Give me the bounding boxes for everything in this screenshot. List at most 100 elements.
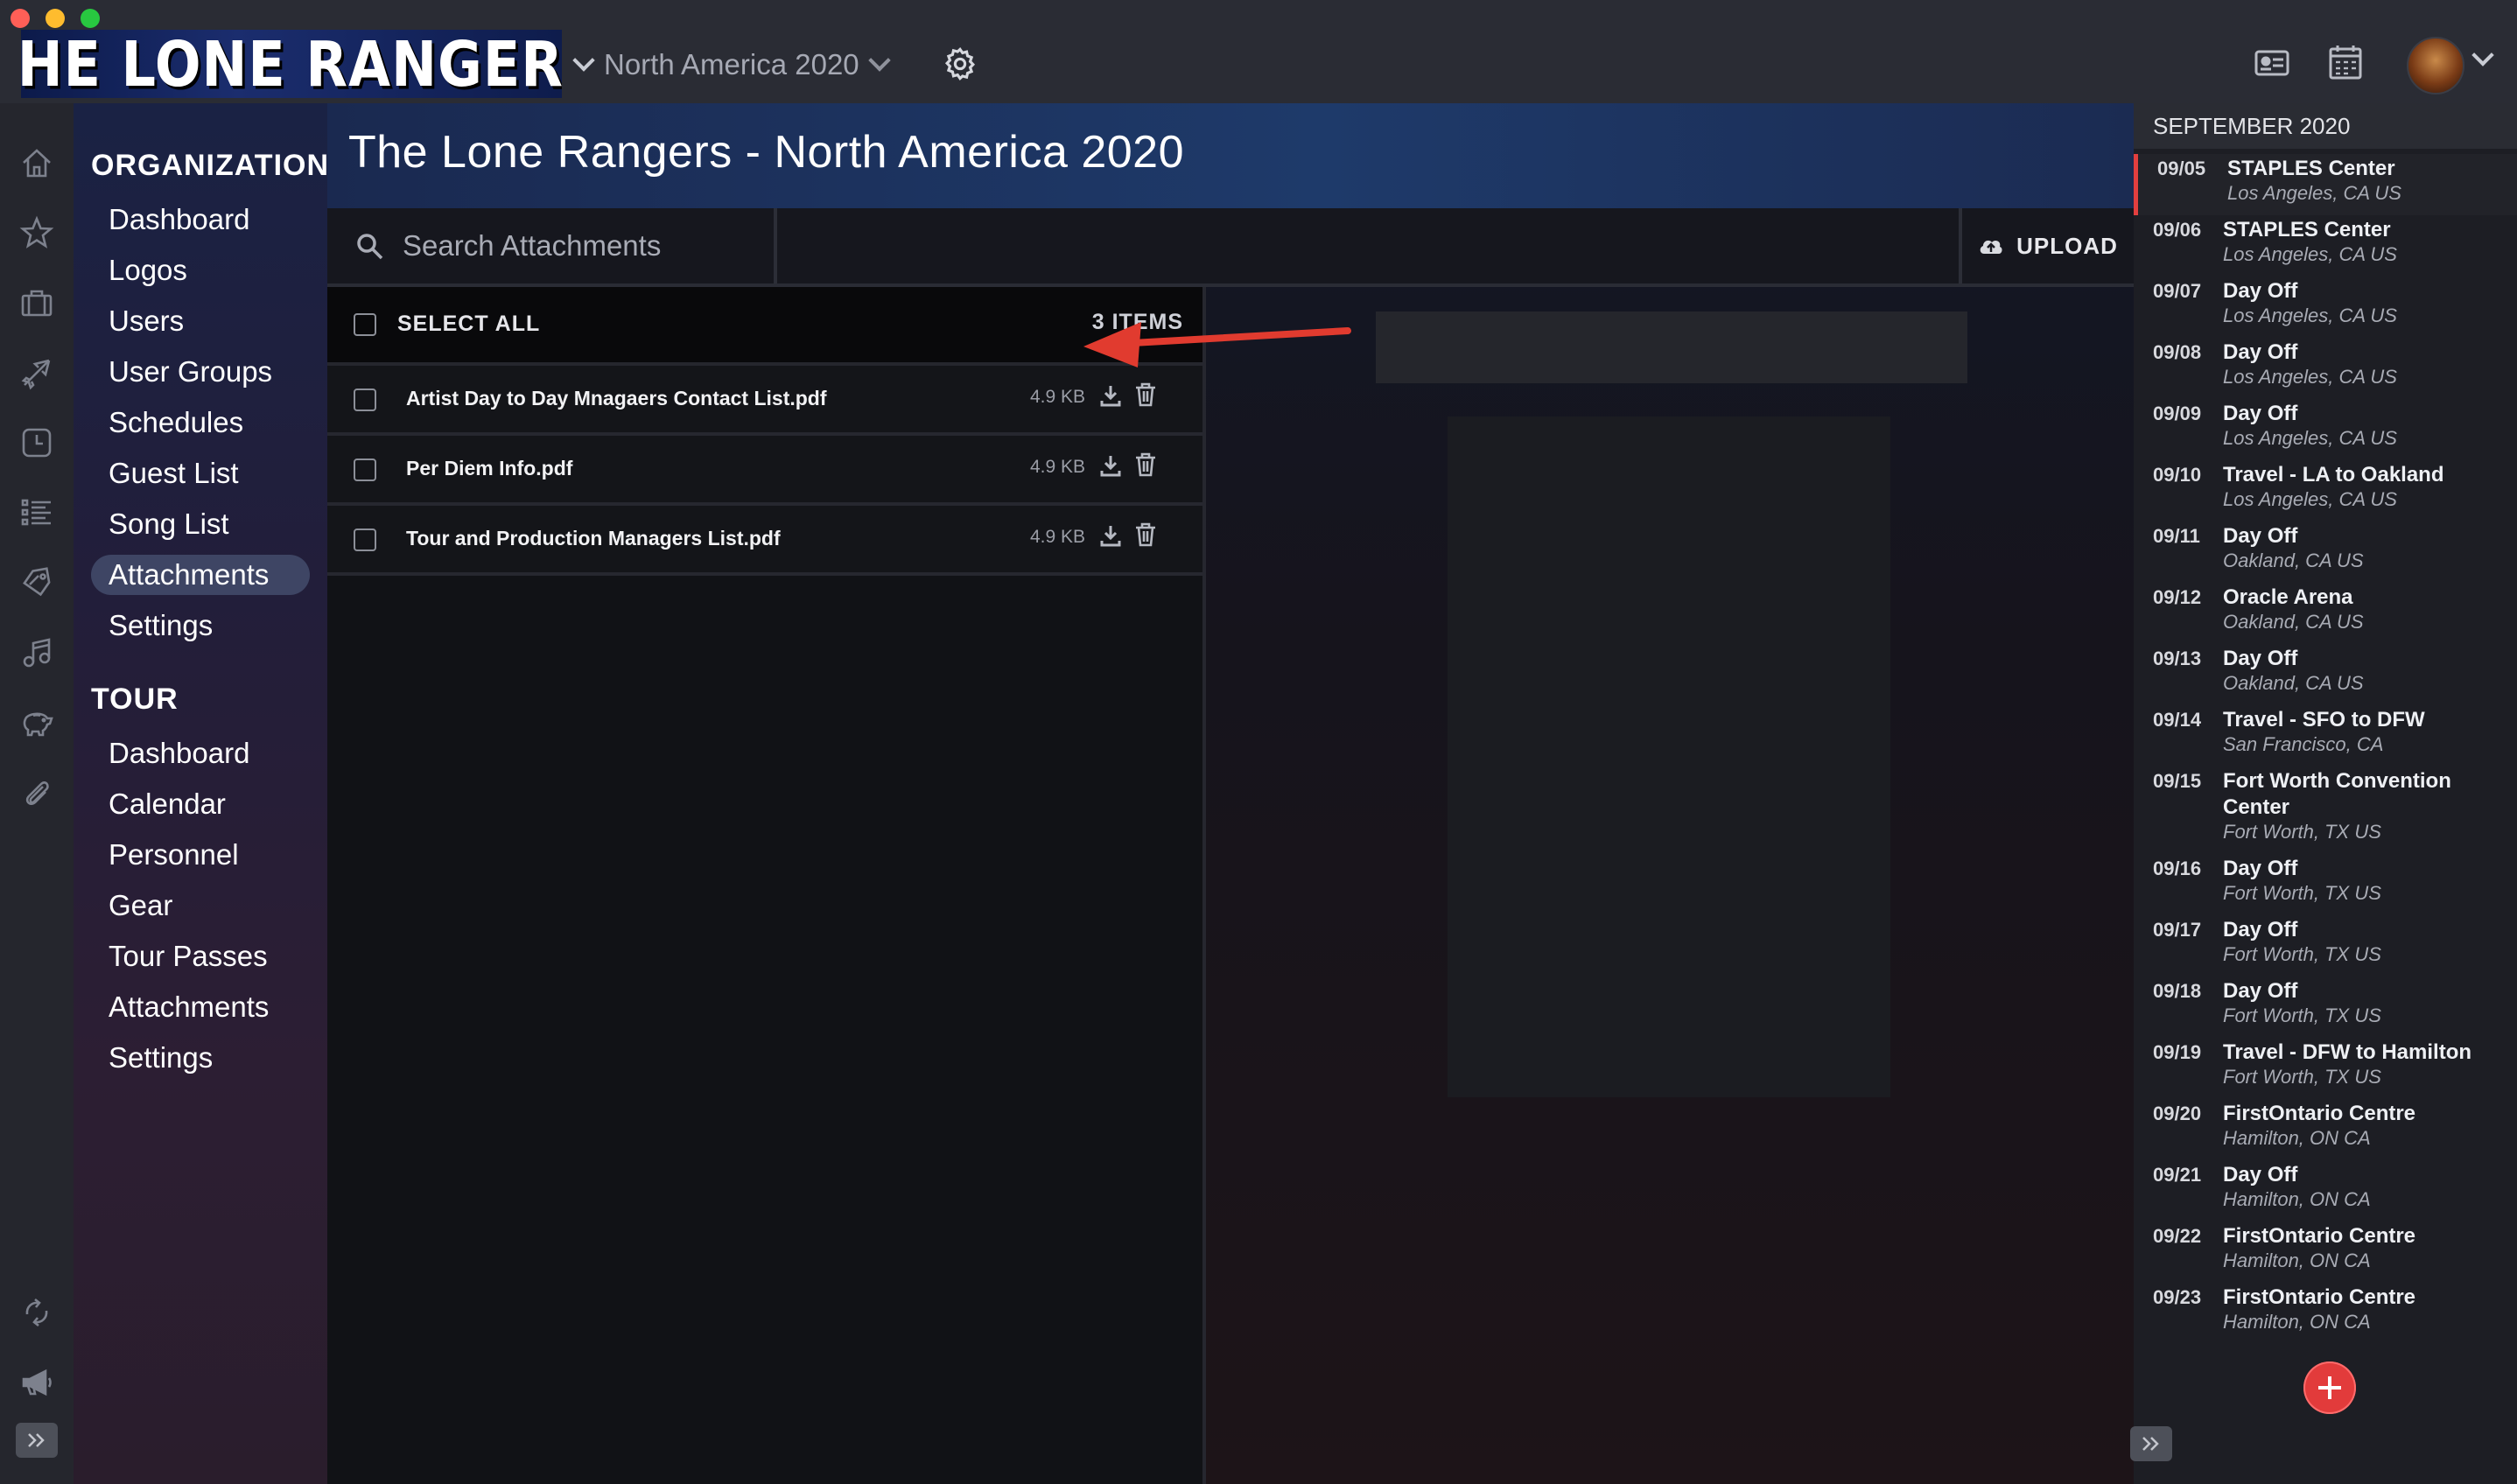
tour-nav-calendar[interactable]: Calendar bbox=[91, 784, 310, 824]
schedule-item[interactable]: 09/13 Day Off Oakland, CA US bbox=[2134, 644, 2517, 705]
org-nav-users[interactable]: Users bbox=[91, 301, 310, 341]
schedule-item[interactable]: 09/20 FirstOntario Centre Hamilton, ON CA bbox=[2134, 1099, 2517, 1160]
schedule-venue: Fort Worth Convention Center bbox=[2223, 769, 2451, 819]
schedule-item[interactable]: 09/14 Travel - SFO to DFW San Francisco, C… bbox=[2134, 705, 2517, 766]
expand-schedule-button[interactable] bbox=[2130, 1426, 2172, 1461]
schedule-item[interactable]: 09/07 Day Off Los Angeles, CA US bbox=[2134, 276, 2517, 338]
attachments-toolbar: UPLOAD bbox=[327, 208, 2134, 287]
select-all-label[interactable]: SELECT ALL bbox=[397, 312, 540, 337]
schedule-location: Oakland, CA US bbox=[2223, 550, 2364, 571]
piggy-bank-icon[interactable] bbox=[18, 704, 56, 742]
file-name[interactable]: Artist Day to Day Mnagaers Contact List.… bbox=[406, 387, 827, 410]
band-logo-text: THE LONE RANGERS bbox=[21, 30, 562, 98]
schedule-date: 09/08 bbox=[2153, 341, 2202, 363]
tour-nav-tour-passes[interactable]: Tour Passes bbox=[91, 936, 310, 976]
file-checkbox[interactable] bbox=[354, 388, 376, 411]
plane-icon[interactable] bbox=[18, 354, 56, 392]
organization-heading: ORGANIZATION bbox=[91, 149, 330, 182]
file-name[interactable]: Per Diem Info.pdf bbox=[406, 457, 572, 480]
briefcase-icon[interactable] bbox=[18, 284, 56, 322]
select-all-checkbox[interactable] bbox=[354, 313, 376, 336]
schedule-date: 09/17 bbox=[2153, 919, 2202, 941]
download-icon[interactable] bbox=[1099, 453, 1122, 478]
schedule-location: Oakland, CA US bbox=[2223, 611, 2364, 633]
file-row[interactable]: Per Diem Info.pdf 4.9 KB bbox=[327, 436, 1202, 506]
schedule-item[interactable]: 09/11 Day Off Oakland, CA US bbox=[2134, 522, 2517, 583]
search-box[interactable] bbox=[327, 208, 777, 284]
calendar-icon[interactable] bbox=[2328, 44, 2363, 85]
download-icon[interactable] bbox=[1099, 523, 1122, 548]
paperclip-icon[interactable] bbox=[18, 774, 56, 812]
schedule-venue: Day Off bbox=[2223, 647, 2298, 670]
org-nav-logos[interactable]: Logos bbox=[91, 250, 310, 290]
minimize-window-button[interactable] bbox=[46, 9, 65, 28]
tour-selector[interactable]: North America 2020 bbox=[572, 44, 891, 86]
schedule-date: 09/09 bbox=[2153, 402, 2202, 424]
tag-icon[interactable] bbox=[18, 564, 56, 602]
gear-icon[interactable] bbox=[942, 46, 978, 87]
tour-nav-gear[interactable]: Gear bbox=[91, 886, 310, 926]
expand-sidebar-button[interactable] bbox=[16, 1423, 58, 1458]
schedule-item[interactable]: 09/15 Fort Worth Convention Center Fort Wo… bbox=[2134, 766, 2517, 854]
schedule-item[interactable]: 09/12 Oracle Arena Oakland, CA US bbox=[2134, 583, 2517, 644]
file-name[interactable]: Tour and Production Managers List.pdf bbox=[406, 527, 781, 550]
schedule-item[interactable]: 09/21 Day Off Hamilton, ON CA bbox=[2134, 1160, 2517, 1222]
trash-icon[interactable] bbox=[1134, 522, 1157, 548]
org-nav-guest-list[interactable]: Guest List bbox=[91, 453, 310, 494]
chevron-down-icon[interactable] bbox=[2471, 44, 2494, 66]
chevron-down-icon bbox=[867, 49, 891, 72]
schedule-item[interactable]: 09/18 Day Off Fort Worth, TX US bbox=[2134, 976, 2517, 1038]
title-band: The Lone Rangers - North America 2020 bbox=[327, 103, 2134, 208]
org-nav-song-list[interactable]: Song List bbox=[91, 504, 310, 544]
clock-icon[interactable] bbox=[18, 424, 56, 462]
list-icon[interactable] bbox=[18, 494, 56, 532]
tour-nav-settings[interactable]: Settings bbox=[91, 1038, 310, 1078]
schedule-item[interactable]: 09/17 Day Off Fort Worth, TX US bbox=[2134, 915, 2517, 976]
preview-placeholder-bar bbox=[1376, 312, 1967, 383]
add-event-button[interactable] bbox=[2303, 1362, 2356, 1414]
schedule-item[interactable]: 09/08 Day Off Los Angeles, CA US bbox=[2134, 338, 2517, 399]
schedule-venue: Day Off bbox=[2223, 979, 2298, 1003]
close-window-button[interactable] bbox=[11, 9, 30, 28]
schedule-item[interactable]: 09/23 FirstOntario Centre Hamilton, ON CA bbox=[2134, 1283, 2517, 1344]
org-nav-attachments[interactable]: Attachments bbox=[91, 555, 310, 595]
tour-nav-personnel[interactable]: Personnel bbox=[91, 835, 310, 875]
music-icon[interactable] bbox=[18, 634, 56, 672]
user-avatar[interactable] bbox=[2407, 37, 2464, 94]
file-row[interactable]: Tour and Production Managers List.pdf 4.… bbox=[327, 506, 1202, 576]
org-nav-dashboard[interactable]: Dashboard bbox=[91, 200, 310, 240]
download-icon[interactable] bbox=[1099, 383, 1122, 408]
home-icon[interactable] bbox=[18, 144, 56, 182]
maximize-window-button[interactable] bbox=[81, 9, 100, 28]
megaphone-icon[interactable] bbox=[18, 1363, 56, 1402]
org-nav-schedules[interactable]: Schedules bbox=[91, 402, 310, 443]
file-checkbox[interactable] bbox=[354, 528, 376, 551]
schedule-item[interactable]: 09/16 Day Off Fort Worth, TX US bbox=[2134, 854, 2517, 915]
schedule-date: 09/11 bbox=[2153, 525, 2200, 547]
star-icon[interactable] bbox=[18, 214, 56, 252]
sync-icon[interactable] bbox=[18, 1293, 56, 1332]
schedule-item[interactable]: 09/10 Travel - LA to Oakland Los Angeles, … bbox=[2134, 460, 2517, 522]
tour-nav-dashboard[interactable]: Dashboard bbox=[91, 733, 310, 774]
attachments-list: SELECT ALL 3 ITEMS Artist Day to Day Mna… bbox=[327, 287, 1206, 1484]
org-nav-user-groups[interactable]: User Groups bbox=[91, 352, 310, 392]
schedule-item[interactable]: 09/06 STAPLES Center Los Angeles, CA US bbox=[2134, 215, 2517, 276]
trash-icon[interactable] bbox=[1134, 452, 1157, 478]
schedule-item[interactable]: 09/09 Day Off Los Angeles, CA US bbox=[2134, 399, 2517, 460]
tour-nav-attachments[interactable]: Attachments bbox=[91, 987, 310, 1027]
org-nav-settings[interactable]: Settings bbox=[91, 606, 310, 646]
schedule-date: 09/13 bbox=[2153, 648, 2202, 669]
schedule-location: San Francisco, CA bbox=[2223, 733, 2384, 755]
trash-icon[interactable] bbox=[1134, 382, 1157, 408]
schedule-location: Los Angeles, CA US bbox=[2223, 304, 2397, 326]
schedule-item[interactable]: 09/05 STAPLES Center Los Angeles, CA US bbox=[2134, 154, 2517, 215]
schedule-item[interactable]: 09/19 Travel - DFW to Hamilton Fort Worth,… bbox=[2134, 1038, 2517, 1099]
file-row[interactable]: Artist Day to Day Mnagaers Contact List.… bbox=[327, 366, 1202, 436]
schedule-venue: Travel - SFO to DFW bbox=[2223, 708, 2425, 732]
upload-button[interactable]: UPLOAD bbox=[1959, 208, 2134, 284]
file-checkbox[interactable] bbox=[354, 458, 376, 481]
schedule-item[interactable]: 09/22 FirstOntario Centre Hamilton, ON CA bbox=[2134, 1222, 2517, 1283]
id-card-icon[interactable] bbox=[2254, 49, 2289, 81]
search-input[interactable] bbox=[401, 228, 772, 263]
schedule-venue: Day Off bbox=[2223, 279, 2298, 303]
